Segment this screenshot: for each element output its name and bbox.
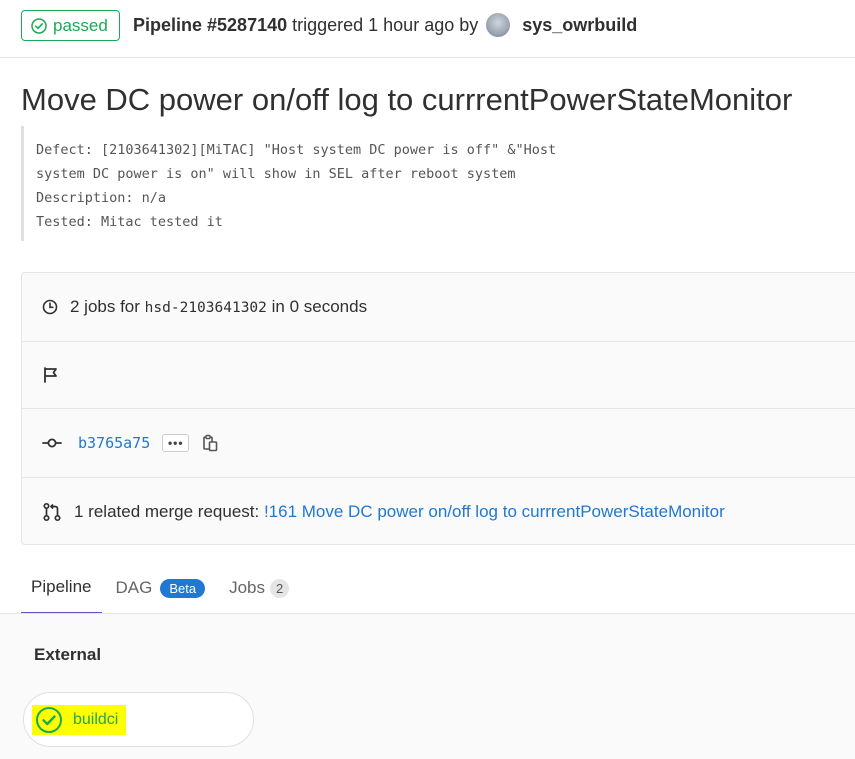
tab-label: Jobs — [229, 578, 266, 597]
tab-label: DAG — [115, 578, 153, 597]
branch-name[interactable]: hsd-2103641302 — [145, 300, 267, 316]
job-highlight: buildci — [32, 704, 127, 735]
clipboard-icon — [203, 434, 218, 452]
description-line: Description: n/a — [36, 190, 167, 206]
merge-request-prefix: 1 related merge request: — [74, 502, 260, 521]
jobs-suffix: in 0 seconds — [271, 297, 368, 316]
tab-label: Pipeline — [31, 577, 92, 596]
triggered-text: triggered 1 hour ago by — [292, 15, 479, 35]
description-line: Defect: [2103641302][MiTAC] "Host system… — [36, 142, 557, 158]
jobs-prefix: 2 jobs for — [70, 297, 140, 316]
beta-badge: Beta — [160, 578, 206, 598]
status-label: passed — [53, 15, 108, 35]
copy-sha-button[interactable] — [201, 434, 219, 452]
clock-icon — [42, 299, 58, 315]
job-name: buildci — [73, 710, 119, 728]
commit-title: Move DC power on/off log to currrentPowe… — [21, 82, 793, 117]
commit-description: Defect: [2103641302][MiTAC] "Host system… — [21, 126, 621, 241]
check-circle-icon — [31, 17, 47, 34]
jobs-count-badge: 2 — [270, 578, 290, 598]
commit-row: b3765a75 ••• — [22, 409, 855, 478]
pipeline-info-card: 2 jobs for hsd-2103641302 in 0 seconds b… — [21, 272, 855, 545]
tab-dag[interactable]: DAG Beta — [106, 562, 216, 614]
tab-jobs[interactable]: Jobs 2 — [219, 562, 299, 614]
flag-row — [22, 342, 855, 409]
pipeline-id: Pipeline #5287140 — [133, 15, 288, 35]
merge-request-link[interactable]: !161 Move DC power on/off log to currren… — [264, 502, 725, 521]
jobs-summary: 2 jobs for hsd-2103641302 in 0 seconds — [70, 297, 367, 317]
avatar[interactable] — [486, 13, 511, 37]
pipeline-header: passed Pipeline #5287140 triggered 1 hou… — [0, 0, 855, 58]
jobs-summary-row: 2 jobs for hsd-2103641302 in 0 seconds — [22, 273, 855, 342]
pipeline-graph: External buildci — [0, 614, 855, 759]
merge-request-row: 1 related merge request: !161 Move DC po… — [22, 478, 855, 546]
flag-icon — [44, 367, 57, 383]
description-line: Tested: Mitac tested it — [36, 214, 223, 230]
merge-request-summary: 1 related merge request: !161 Move DC po… — [74, 502, 725, 522]
pipeline-tabs: Pipeline DAG Beta Jobs 2 — [21, 562, 303, 614]
header-summary: Pipeline #5287140 triggered 1 hour ago b… — [133, 12, 637, 38]
stage-title: External — [34, 645, 102, 664]
commit-icon — [42, 438, 62, 448]
check-circle-icon — [36, 706, 62, 733]
expand-commit-message-button[interactable]: ••• — [162, 434, 190, 452]
commit-sha-link[interactable]: b3765a75 — [78, 434, 150, 452]
merge-request-icon — [43, 502, 61, 522]
tab-pipeline[interactable]: Pipeline — [21, 562, 102, 614]
description-line: system DC power is on" will show in SEL … — [36, 166, 516, 182]
status-badge[interactable]: passed — [21, 10, 120, 41]
job-buildci[interactable]: buildci — [23, 692, 254, 747]
username-link[interactable]: sys_owrbuild — [522, 12, 637, 38]
